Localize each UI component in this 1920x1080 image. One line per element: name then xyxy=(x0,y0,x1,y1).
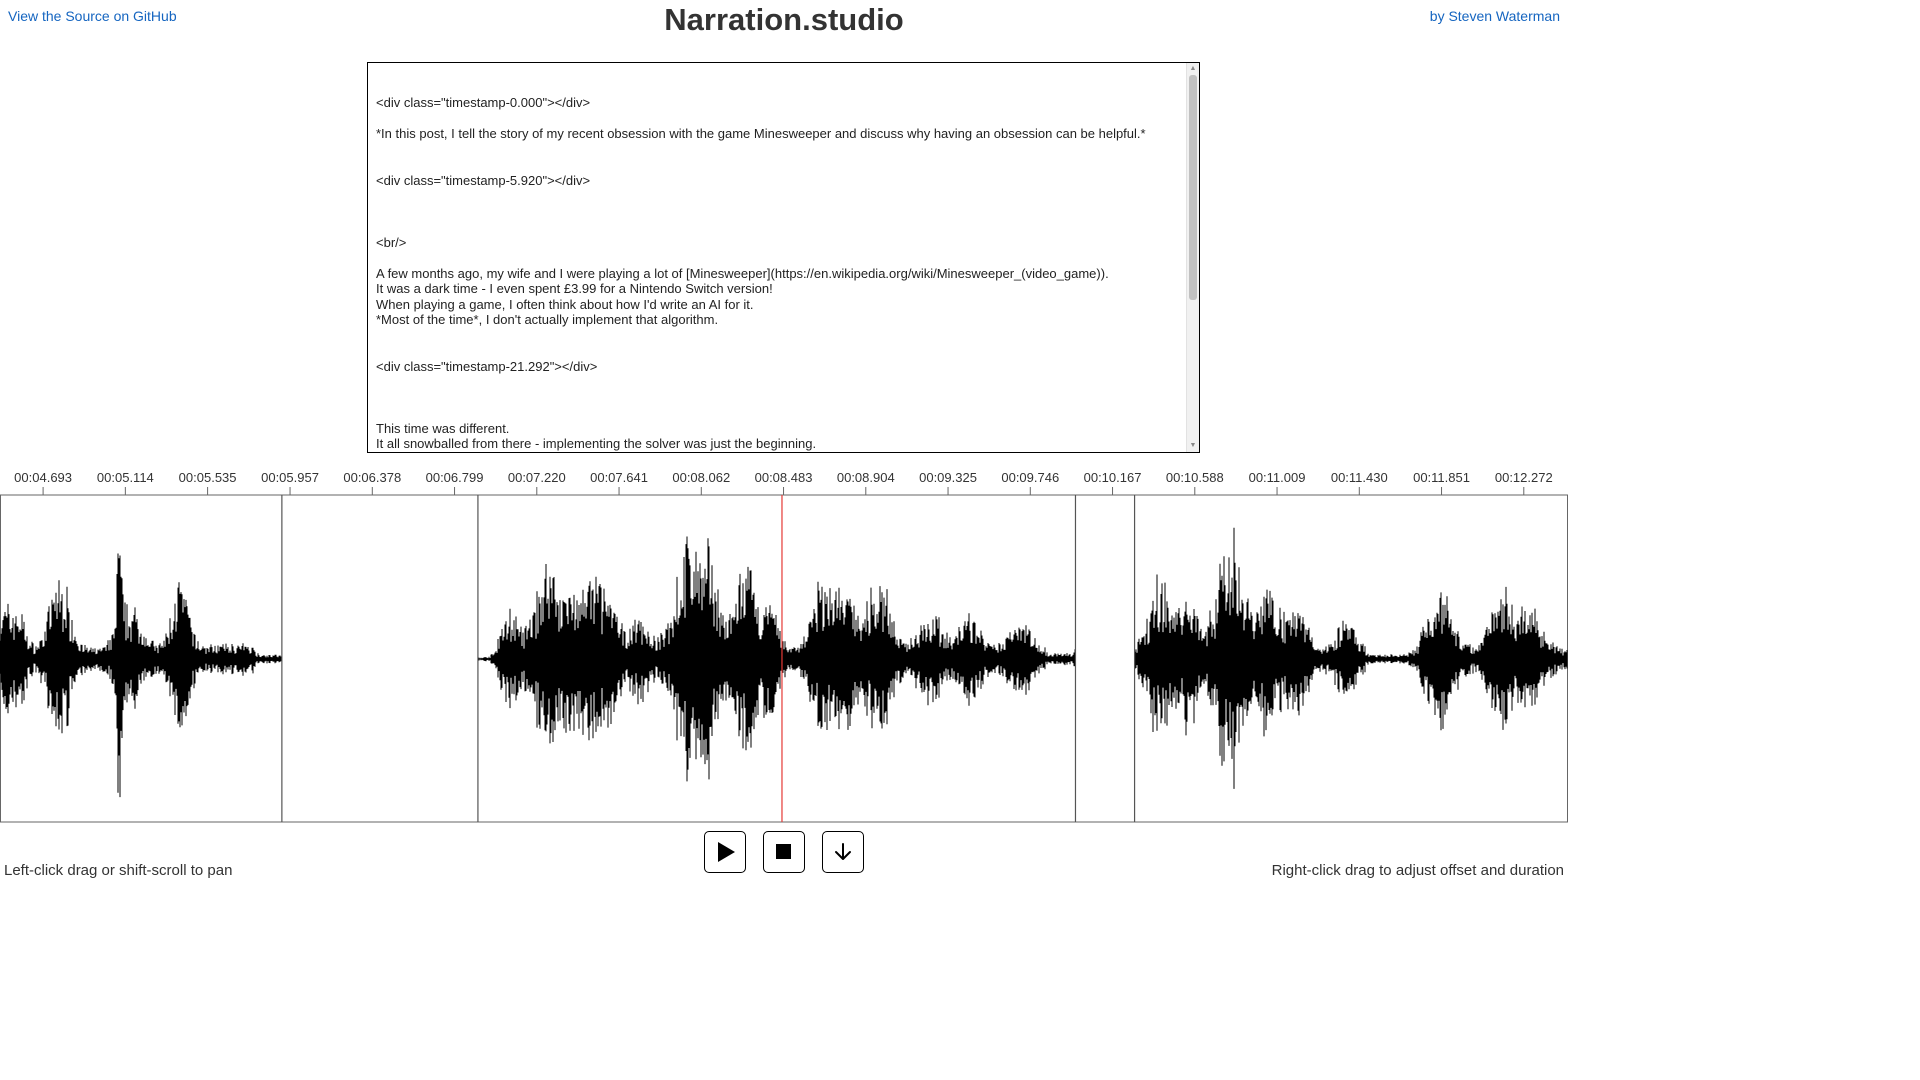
editor-line: It was a dark time - I even spent £3.99 … xyxy=(376,281,773,296)
tick-label: 00:11.430 xyxy=(1331,470,1388,485)
editor-line: It all snowballed from there - implement… xyxy=(376,436,817,451)
tick-label: 00:05.114 xyxy=(97,470,154,485)
stop-button[interactable] xyxy=(763,831,805,873)
script-editor[interactable]: <div class="timestamp-0.000"></div> *In … xyxy=(367,62,1200,453)
editor-line: *In this post, I tell the story of my re… xyxy=(376,126,1146,141)
editor-line: <div class="timestamp-0.000"></div> xyxy=(376,95,591,110)
tick-label: 00:06.378 xyxy=(343,470,401,485)
tick-label: 00:07.641 xyxy=(590,470,648,485)
tick-label: 00:10.167 xyxy=(1084,470,1142,485)
tick-label: 00:04.693 xyxy=(14,470,72,485)
editor-line: A few months ago, my wife and I were pla… xyxy=(376,265,1109,281)
audio-timeline[interactable]: 00:04.693 00:05.114 00:05.535 00:05.957 00:0… xyxy=(0,462,1568,824)
tick-label: 00:11.009 xyxy=(1249,470,1306,485)
tick-label: 00:08.904 xyxy=(837,470,895,485)
playback-controls xyxy=(704,831,864,873)
editor-line: <div class="timestamp-5.920"></div> xyxy=(376,172,591,188)
tick-label: 00:08.483 xyxy=(755,470,813,485)
adjust-hint: Right-click drag to adjust offset and du… xyxy=(1271,862,1564,879)
tick-label: 00:10.588 xyxy=(1166,470,1224,485)
play-icon xyxy=(718,842,735,862)
waveform[interactable] xyxy=(0,494,1568,823)
tick-label: 00:07.220 xyxy=(508,470,566,485)
waveform-path xyxy=(0,527,1568,798)
pan-hint: Left-click drag or shift-scroll to pan xyxy=(4,862,233,879)
editor-line: This time was different. xyxy=(376,420,510,436)
tick-label: 00:09.746 xyxy=(1001,470,1059,485)
script-editor-text[interactable]: <div class="timestamp-0.000"></div> *In … xyxy=(376,95,1183,452)
editor-line: When playing a game, I often think about… xyxy=(376,296,754,312)
page-title: Narration.studio xyxy=(664,2,904,37)
editor-line: <br/> xyxy=(376,234,407,250)
download-arrow-icon xyxy=(835,843,851,860)
tick-label: 00:12.272 xyxy=(1495,470,1553,485)
tick-label: 00:05.535 xyxy=(179,470,237,485)
scrollbar-thumb[interactable] xyxy=(1189,75,1197,300)
tick-label: 00:06.799 xyxy=(426,470,484,485)
tick-label: 00:11.851 xyxy=(1413,470,1470,485)
scroll-down-arrow-icon[interactable]: ▼ xyxy=(1187,441,1199,451)
download-button[interactable] xyxy=(822,831,864,873)
tick-label: 00:05.957 xyxy=(261,470,319,485)
tick-label: 00:09.325 xyxy=(919,470,977,485)
play-button[interactable] xyxy=(704,831,746,873)
time-ruler: 00:04.693 00:05.114 00:05.535 00:05.957 00:0… xyxy=(14,470,1553,495)
tick-label: 00:08.062 xyxy=(672,470,730,485)
editor-scrollbar[interactable]: ▲ ▼ xyxy=(1186,63,1199,452)
stop-icon xyxy=(776,844,791,859)
author-link[interactable]: by Steven Waterman xyxy=(1430,8,1560,24)
editor-line: *Most of the time*, I don't actually imp… xyxy=(376,312,719,327)
scroll-up-arrow-icon[interactable]: ▲ xyxy=(1187,64,1199,74)
editor-line: <div class="timestamp-21.292"></div> xyxy=(376,358,598,374)
